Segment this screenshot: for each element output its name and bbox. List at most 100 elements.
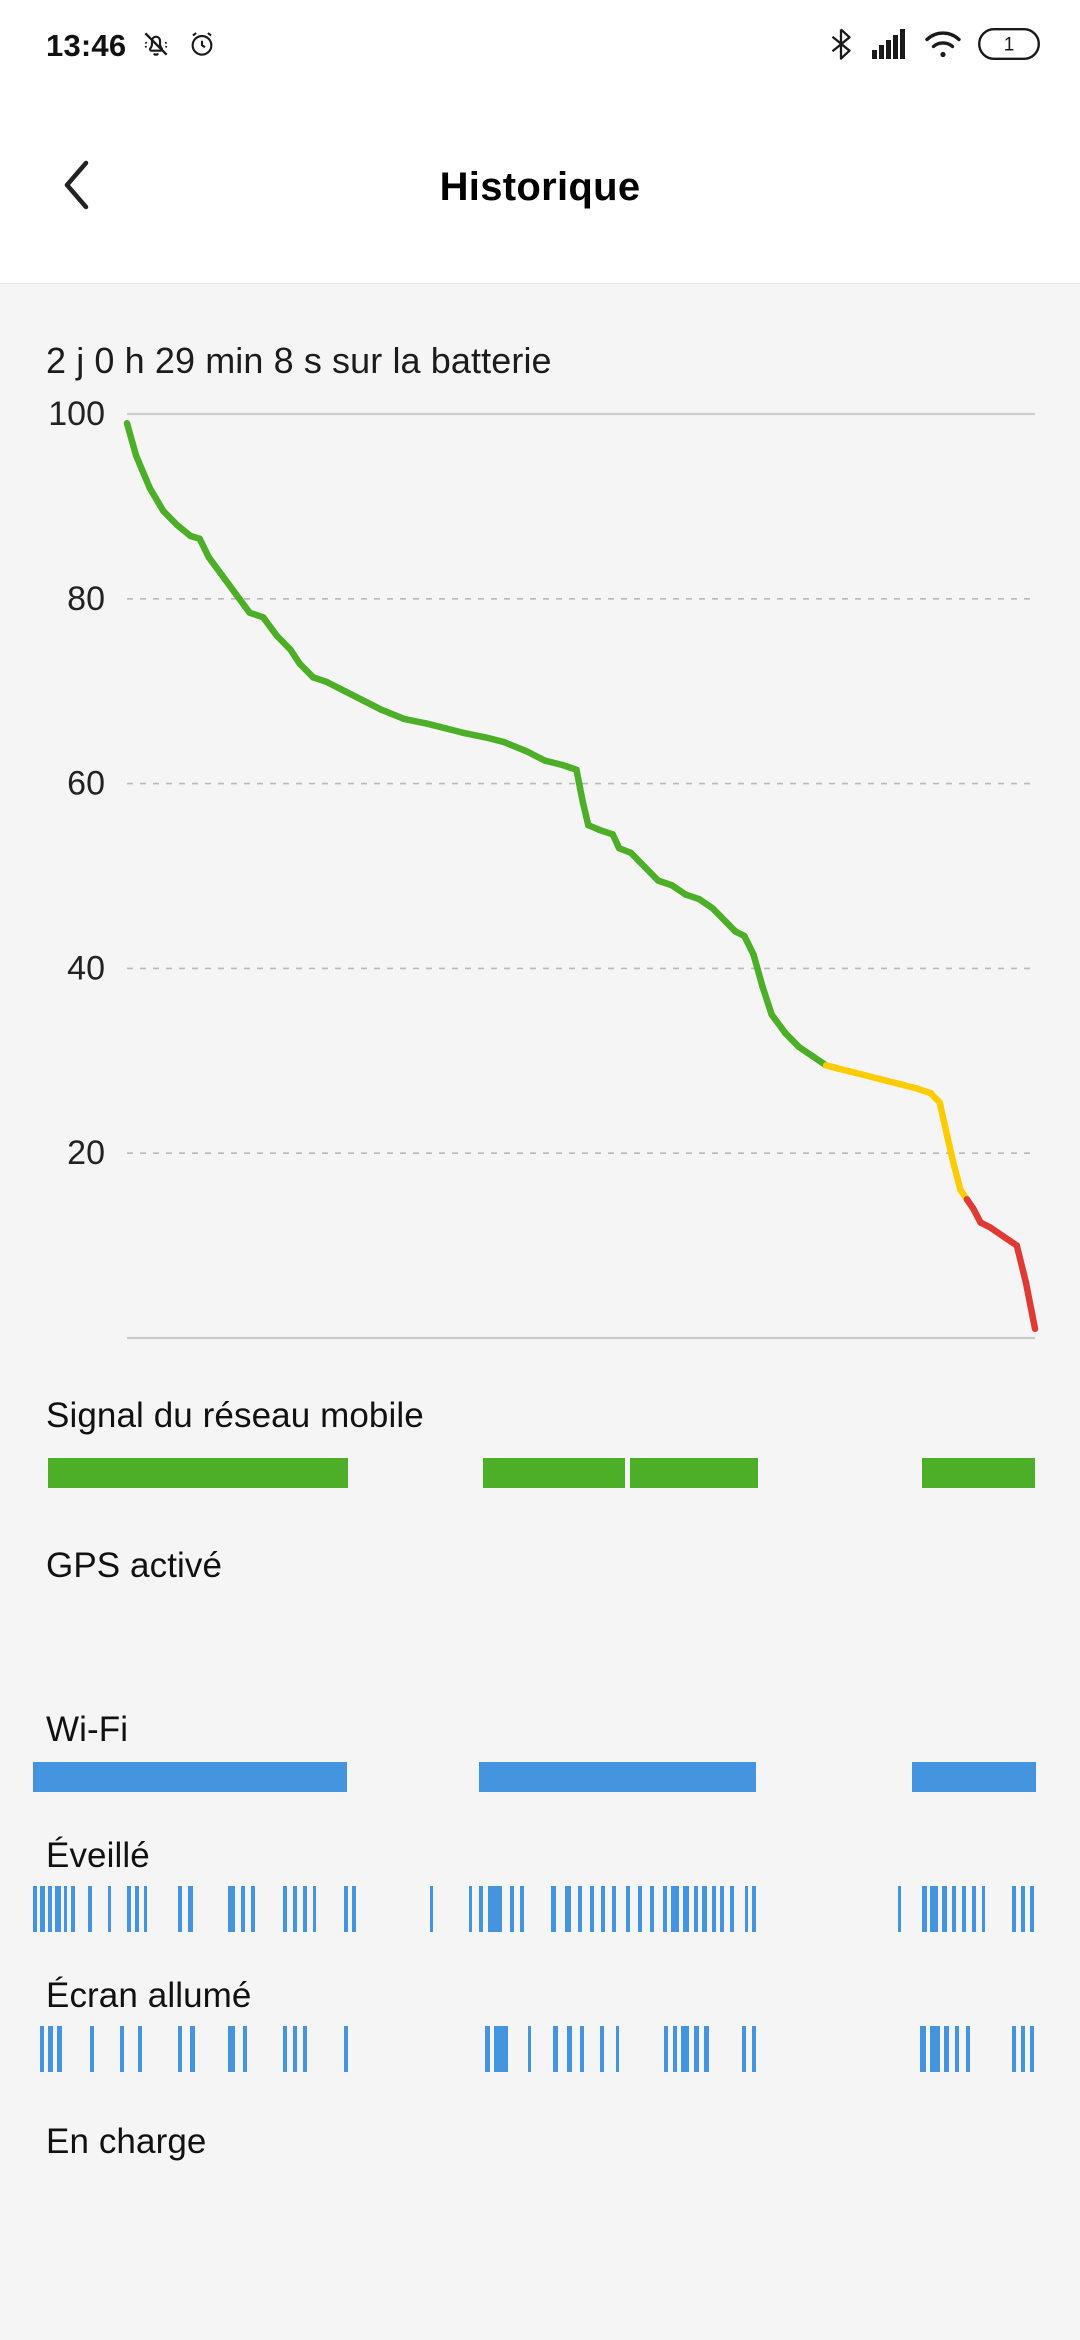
track-ticks-awake [0,1886,1080,1932]
status-bar-clock: 13:46 [46,28,127,63]
event-tracks: Signal du réseau mobile GPS activé Wi-Fi… [0,1396,1080,2214]
track-tick [293,2026,297,2072]
chart-y-tick-label: 100 [48,396,105,433]
track-bar [912,1762,1036,1792]
battery-summary-text: 2 j 0 h 29 min 8 s sur la batterie [46,340,552,381]
track-tick [510,1886,514,1932]
chart-line-segment [459,729,489,741]
track-tick [922,1886,927,1932]
track-tick [683,1886,689,1932]
track-tick [228,1886,235,1932]
chart-line-segment [759,983,775,1018]
chart-line-segment [232,590,253,616]
mute-icon [140,28,172,65]
chart-y-tick-label: 80 [67,580,105,618]
track-tick [71,1886,75,1932]
track-tick [752,2026,756,2072]
track-bars-gps [0,1608,1080,1638]
track-tick [88,1886,92,1932]
battery-level-text: 1 [1004,34,1015,55]
track-tick [520,1886,524,1932]
track-tick [742,2026,746,2072]
track-tick [283,1886,287,1932]
track-tick [752,1886,756,1932]
track-tick [1030,2026,1034,2072]
track-tick [1012,2026,1016,2072]
track-bars-charging [0,2184,1080,2214]
app-bar: Historique [0,92,1080,284]
chart-line-segment [943,1131,957,1166]
track-tick [1021,2026,1025,2072]
track-tick [178,1886,182,1932]
track-tick [293,1886,297,1932]
track-label-mobile-signal: Signal du réseau mobile [46,1396,424,1435]
track-wifi: Wi-Fi [0,1638,1080,1792]
chart-line-segment [400,715,430,727]
track-tick [138,2026,142,2072]
track-tick [303,1886,307,1932]
track-tick [638,1886,642,1932]
track-screen-on: Écran allumé [0,1932,1080,2072]
track-tick [601,1886,605,1932]
track-tick [55,1886,61,1932]
track-tick [178,2026,182,2072]
track-tick [479,1886,483,1932]
track-tick [580,2026,584,2072]
track-gps: GPS activé [0,1488,1080,1638]
track-tick [64,1886,67,1932]
track-tick [485,2026,490,2072]
track-awake: Éveillé [0,1792,1080,1932]
chevron-left-icon [53,155,103,220]
track-tick [730,1886,734,1932]
track-label-awake: Éveillé [46,1836,150,1875]
track-tick [243,2026,247,2072]
track-tick [494,2026,508,2072]
track-tick [40,1886,45,1932]
track-tick [972,1886,976,1932]
alarm-icon [186,28,218,65]
track-tick [469,1886,472,1932]
track-tick [241,1886,245,1932]
track-tick [590,1886,594,1932]
track-label-charging: En charge [46,2122,207,2161]
track-tick [616,2026,619,2072]
track-tick [664,2026,668,2072]
track-tick [966,2026,970,2072]
track-tick [982,1886,985,1932]
track-tick [694,1886,698,1932]
track-tick [108,1886,111,1932]
back-button[interactable] [36,146,120,230]
track-tick [40,2026,44,2072]
track-tick [344,2026,348,2072]
track-tick [650,1886,654,1932]
track-tick [942,1886,947,1932]
track-tick [48,2026,53,2072]
track-tick [663,1886,667,1932]
status-bar-right: 1 [826,0,1040,92]
track-mobile-signal: Signal du réseau mobile [0,1396,1080,1488]
track-tick [600,2026,604,2072]
track-tick [188,1886,193,1932]
track-tick [712,1886,716,1932]
track-bar [630,1458,758,1488]
track-tick [135,1886,139,1932]
chart-line-segment [768,1011,789,1037]
track-tick [553,2026,558,2072]
page-title: Historique [439,165,641,209]
track-tick [1012,1886,1016,1932]
chart-line-segment [132,452,153,492]
track-tick [1021,1886,1025,1932]
chart-line-segment [146,484,167,515]
track-bar [33,1762,347,1792]
chart-line-segment [573,766,587,806]
track-tick [488,1886,502,1932]
track-tick [528,2026,531,2072]
status-bar: 13:46 1 [0,0,1080,92]
chart-line-segment [500,738,530,755]
track-label-gps: GPS activé [46,1546,223,1585]
track-bar [479,1762,756,1792]
track-tick [955,2026,959,2072]
track-tick [745,1886,748,1932]
track-tick [944,2026,949,2072]
chart-line-segment [750,951,766,991]
